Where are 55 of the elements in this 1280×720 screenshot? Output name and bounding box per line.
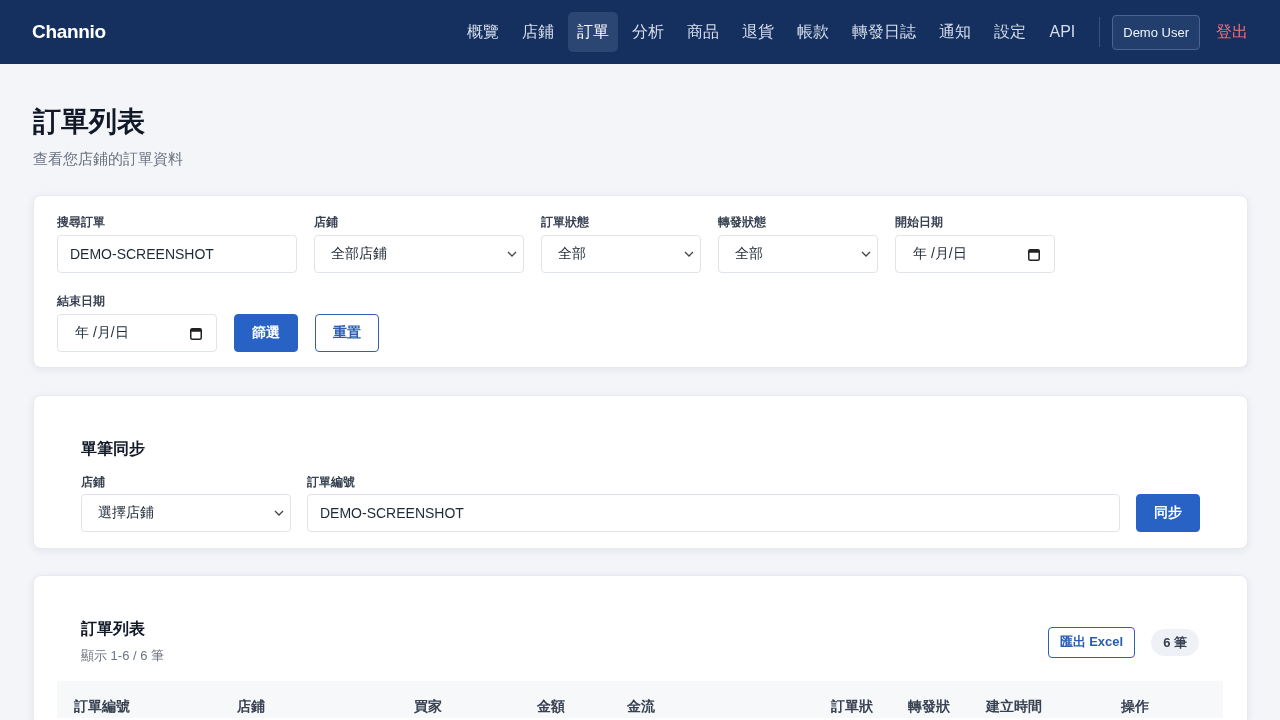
nav-link[interactable]: 設定 bbox=[985, 12, 1036, 52]
sync-button[interactable]: 同步 bbox=[1136, 494, 1200, 532]
input-field[interactable]: DEMO-SCREENSHOT bbox=[307, 494, 1120, 532]
section-title: 訂單列表 bbox=[81, 619, 146, 639]
calendar-icon bbox=[1028, 247, 1040, 261]
field-label: 店鋪 bbox=[314, 215, 339, 229]
column-header: 訂單狀 bbox=[830, 697, 873, 715]
column-header: 訂單編號 bbox=[73, 697, 130, 715]
chevron-down-icon bbox=[684, 251, 694, 257]
column-header: 金流 bbox=[626, 697, 655, 715]
select-field[interactable]: 全部 bbox=[541, 235, 701, 273]
user-button[interactable]: Demo User bbox=[1112, 14, 1200, 50]
field-label: 訂單狀態 bbox=[541, 215, 590, 229]
filter-button[interactable]: 篩選 bbox=[234, 314, 298, 352]
column-header: 轉發狀 bbox=[907, 697, 950, 715]
nav-link[interactable]: 通知 bbox=[930, 12, 981, 52]
field-label: 開始日期 bbox=[895, 215, 944, 229]
section-title: 單筆同步 bbox=[81, 439, 146, 459]
page-title: 訂單列表 bbox=[33, 105, 146, 139]
nav-link[interactable]: 退貨 bbox=[733, 12, 784, 52]
column-header: 操作 bbox=[1120, 697, 1149, 715]
select-field[interactable]: 選擇店鋪 bbox=[81, 494, 291, 532]
nav-link[interactable]: 訂單 bbox=[568, 12, 619, 52]
field-label: 轉發狀態 bbox=[718, 215, 767, 229]
reset-button[interactable]: 重置 bbox=[315, 314, 379, 352]
column-header: 金額 bbox=[536, 697, 565, 715]
date-field[interactable]: 年 /月/日 bbox=[895, 235, 1055, 273]
date-field[interactable]: 年 /月/日 bbox=[57, 314, 217, 352]
field-label: 訂單編號 bbox=[307, 475, 356, 489]
logout-link[interactable]: 登出 bbox=[1216, 21, 1248, 43]
field-label: 店鋪 bbox=[81, 475, 106, 489]
page-subtitle: 查看您店鋪的訂單資料 bbox=[33, 149, 184, 169]
input-field[interactable]: DEMO-SCREENSHOT bbox=[57, 235, 297, 273]
chevron-down-icon bbox=[507, 251, 517, 257]
field-label: 搜尋訂單 bbox=[57, 215, 106, 229]
chevron-down-icon bbox=[274, 510, 284, 516]
nav-link[interactable]: 分析 bbox=[623, 12, 674, 52]
column-header: 店鋪 bbox=[236, 697, 265, 715]
result-summary: 顯示 1-6 / 6 筆 bbox=[81, 647, 165, 665]
nav-link[interactable]: 概覽 bbox=[458, 12, 509, 52]
select-field[interactable]: 全部店鋪 bbox=[314, 235, 524, 273]
nav-link[interactable]: API bbox=[1040, 12, 1085, 52]
chevron-down-icon bbox=[861, 251, 871, 257]
column-header: 買家 bbox=[413, 697, 442, 715]
count-badge: 6 筆 bbox=[1151, 628, 1199, 656]
nav-link[interactable]: 店鋪 bbox=[513, 12, 564, 52]
export-button[interactable]: 匯出 Excel bbox=[1047, 626, 1136, 658]
nav-link[interactable]: 帳款 bbox=[788, 12, 839, 52]
calendar-icon bbox=[190, 326, 202, 340]
select-field[interactable]: 全部 bbox=[718, 235, 878, 273]
app-logo[interactable]: Channio bbox=[32, 21, 106, 43]
column-header: 建立時間 bbox=[984, 697, 1042, 715]
nav-link[interactable]: 商品 bbox=[678, 12, 729, 52]
nav-link[interactable]: 轉發日誌 bbox=[843, 12, 926, 52]
field-label: 結束日期 bbox=[57, 294, 106, 308]
